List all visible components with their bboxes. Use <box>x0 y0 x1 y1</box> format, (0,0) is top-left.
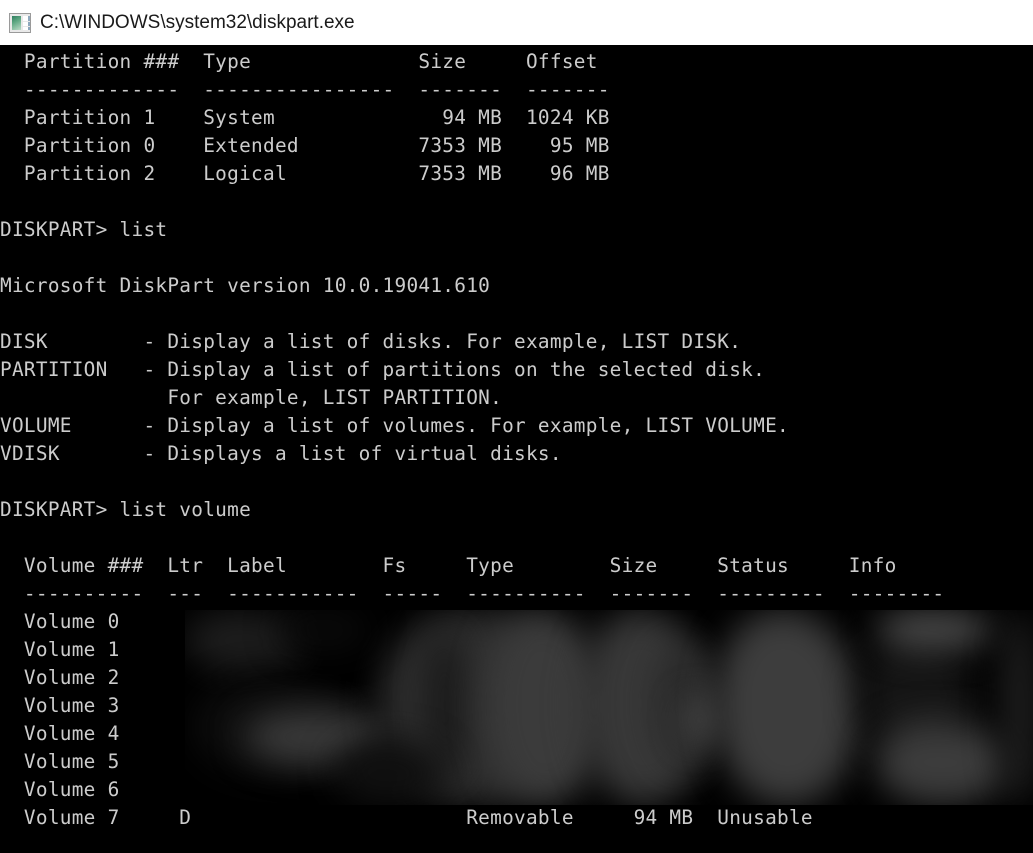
console-output-area[interactable]: Partition ### Type Size Offset ---------… <box>0 45 1033 853</box>
console-line: Volume 1 <box>0 638 120 661</box>
console-window-icon <box>9 12 31 33</box>
console-line: VOLUME - Display a list of volumes. For … <box>0 414 789 437</box>
window-title-text: C:\WINDOWS\system32\diskpart.exe <box>40 12 355 33</box>
console-line: Volume 4 <box>0 722 120 745</box>
console-line: DISKPART> list volume <box>0 498 252 521</box>
console-line: Partition 2 Logical 7353 MB 96 MB <box>0 162 610 185</box>
window-title-bar[interactable]: C:\WINDOWS\system32\diskpart.exe <box>0 0 1033 45</box>
console-line: Volume 5 <box>0 750 120 773</box>
console-line: Volume ### Ltr Label Fs Type Size Status… <box>0 554 897 577</box>
console-line: Microsoft DiskPart version 10.0.19041.61… <box>0 274 491 297</box>
console-line: PARTITION - Display a list of partitions… <box>0 358 766 381</box>
console-line: Volume 7 D Removable 94 MB Unusable <box>0 806 813 829</box>
console-line: Volume 2 <box>0 666 120 689</box>
icon-line-3 <box>23 26 30 30</box>
icon-line-1 <box>23 15 30 21</box>
console-line: Volume 3 <box>0 694 120 717</box>
console-line: VDISK - Displays a list of virtual disks… <box>0 442 562 465</box>
console-line: ---------- --- ----------- ----- -------… <box>0 582 945 605</box>
console-line: DISKPART> list <box>0 218 168 241</box>
console-line: Volume 6 <box>0 778 120 801</box>
console-line: Partition 1 System 94 MB 1024 KB <box>0 106 610 129</box>
console-line: Partition ### Type Size Offset <box>0 50 598 73</box>
icon-green-pane <box>12 15 21 30</box>
console-line: Volume 0 <box>0 610 120 633</box>
console-line: DISK - Display a list of disks. For exam… <box>0 330 742 353</box>
console-line: For example, LIST PARTITION. <box>0 386 503 409</box>
console-text-buffer: Partition ### Type Size Offset ---------… <box>0 45 1033 832</box>
console-line: Partition 0 Extended 7353 MB 95 MB <box>0 134 610 157</box>
icon-line-2 <box>23 21 30 26</box>
console-line: ------------- ---------------- ------- -… <box>0 78 610 101</box>
